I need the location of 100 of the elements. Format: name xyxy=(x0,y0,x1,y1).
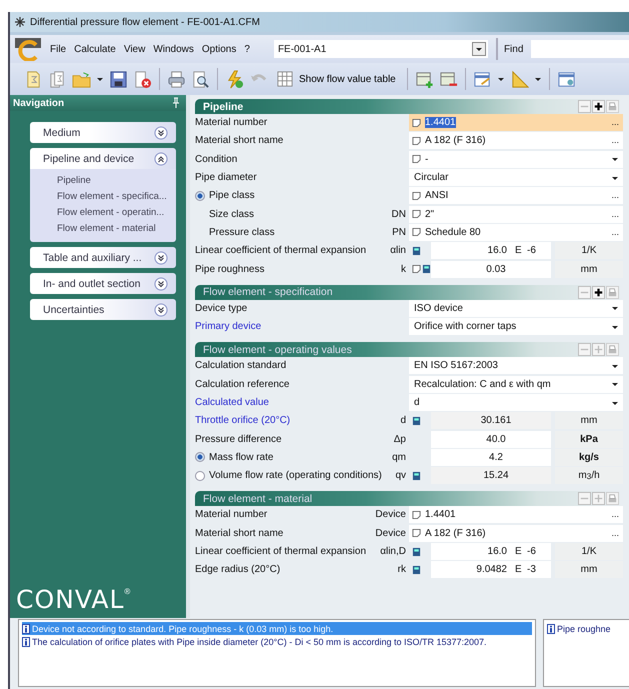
field-label: Pipe class xyxy=(209,190,255,202)
browse-button[interactable]: ... xyxy=(611,191,619,200)
dropdown-field[interactable]: ISO device xyxy=(409,300,623,317)
chart-edit-icon[interactable] xyxy=(472,70,492,88)
navigation-item[interactable]: Pipeline xyxy=(57,175,176,186)
navigation-group[interactable]: Uncertainties xyxy=(30,299,176,320)
unit-label[interactable]: kPa xyxy=(555,430,623,448)
number-field[interactable]: 16.0 E -6 xyxy=(431,242,551,260)
dropdown-field[interactable]: Orifice with corner taps xyxy=(409,318,623,336)
menu-item[interactable]: View xyxy=(124,44,146,54)
message-item[interactable]: Pipe roughne xyxy=(547,622,627,635)
unit-label[interactable]: mm xyxy=(555,561,623,578)
navigation-item[interactable]: Flow element - operatin... xyxy=(57,207,176,218)
dropdown-field[interactable]: Circular xyxy=(409,169,623,186)
menu-item[interactable]: File xyxy=(50,44,66,54)
navigation-group[interactable]: Medium xyxy=(30,122,176,143)
plus-icon[interactable] xyxy=(592,100,605,113)
field-label: Material short name xyxy=(195,528,284,539)
printer-icon[interactable] xyxy=(167,70,186,88)
document-combo[interactable]: FE-001-A1 xyxy=(274,40,488,58)
app-logo-icon[interactable] xyxy=(14,37,42,61)
message-item[interactable]: The calculation of orifice plates with Pipe inside diameter (20°C) - Di < 50 mm is according to ISO/TR 15377:2007. xyxy=(22,635,532,648)
navigation-item[interactable]: Flow element - specifica... xyxy=(57,191,176,202)
radio-button[interactable] xyxy=(195,190,205,201)
unit-label[interactable]: mm xyxy=(555,260,623,278)
field-label: Linear coefficient of thermal expansion xyxy=(195,245,366,256)
field-label: Pressure class xyxy=(209,226,275,238)
dropdown-icon[interactable] xyxy=(611,304,619,312)
app-icon xyxy=(14,16,26,28)
symbol-label: qm xyxy=(392,452,406,463)
navigation-group[interactable]: In- and outlet section xyxy=(30,273,176,294)
caret-icon[interactable] xyxy=(96,75,104,83)
expand-icon[interactable] xyxy=(154,126,168,140)
dropdown-field[interactable]: - xyxy=(409,150,623,168)
info-icon xyxy=(22,636,30,646)
dropdown-field[interactable]: d xyxy=(409,394,623,411)
window-icon[interactable] xyxy=(556,70,576,88)
close-document-icon[interactable] xyxy=(133,70,152,88)
expand-icon[interactable] xyxy=(154,276,168,290)
browse-button[interactable]: ... xyxy=(611,228,619,237)
menu-item[interactable]: ? xyxy=(244,44,250,54)
dropdown-icon[interactable] xyxy=(611,380,619,388)
unit-label[interactable]: kg/s xyxy=(555,448,623,466)
number-field[interactable]: 0.03 xyxy=(431,260,551,278)
input-field[interactable]: ANSI ... xyxy=(409,187,623,204)
symbol-label: αlin,D xyxy=(380,546,406,558)
input-field[interactable]: 2" ... xyxy=(409,206,623,223)
browse-button[interactable]: ... xyxy=(611,510,619,520)
expand-icon[interactable] xyxy=(154,302,168,316)
browse-button[interactable]: ... xyxy=(611,118,619,128)
find-label: Find xyxy=(504,44,524,54)
browse-button[interactable]: ... xyxy=(611,136,619,146)
caret-icon[interactable] xyxy=(534,75,542,83)
field-label: Pressure difference xyxy=(195,434,282,445)
number-field[interactable]: 40.0 xyxy=(431,430,551,448)
navigation-item[interactable]: Flow element - material xyxy=(57,223,176,234)
dropdown-icon[interactable] xyxy=(611,155,619,164)
expand-icon[interactable] xyxy=(154,250,168,264)
browse-button[interactable]: ... xyxy=(611,528,619,538)
radio-button[interactable] xyxy=(195,452,205,462)
number-field[interactable]: 4.2 xyxy=(431,448,551,466)
symbol-label: rk xyxy=(398,564,406,576)
pin-icon[interactable] xyxy=(172,97,180,109)
find-field[interactable] xyxy=(531,40,629,58)
dropdown-icon[interactable] xyxy=(472,42,486,56)
field-label: Size class xyxy=(209,208,254,220)
number-field[interactable]: 16.0 E -6 xyxy=(431,543,551,560)
save-icon[interactable] xyxy=(109,70,128,88)
field-label: Material number xyxy=(195,117,268,128)
menu-item[interactable]: Options xyxy=(202,44,236,54)
caret-icon[interactable] xyxy=(496,75,505,83)
plus-icon[interactable] xyxy=(592,286,605,299)
dropdown-field[interactable]: Recalculation: C and ε with qm xyxy=(409,376,623,393)
field-label: Linear coefficient of thermal expansion xyxy=(195,546,366,558)
remove-table-icon[interactable] xyxy=(438,70,458,88)
number-field[interactable]: 15.24 xyxy=(431,467,551,484)
add-table-icon[interactable] xyxy=(414,70,434,88)
input-field[interactable]: 1.4401 ... xyxy=(409,506,623,524)
browse-button[interactable]: ... xyxy=(611,210,619,219)
input-field[interactable]: A 182 (F 316) ... xyxy=(409,132,623,150)
navigation-title: Navigation xyxy=(13,98,64,108)
menu-item[interactable]: Windows xyxy=(153,44,194,54)
dropdown-field[interactable]: EN ISO 5167:2003 xyxy=(409,357,623,374)
input-field[interactable]: Schedule 80 ... xyxy=(409,224,623,241)
number-field[interactable]: 9.0482 E -3 xyxy=(431,561,551,578)
table-icon xyxy=(277,71,293,87)
number-field[interactable]: 30.161 xyxy=(431,412,551,430)
input-field[interactable]: 1.4401 ... xyxy=(409,114,623,132)
input-field[interactable]: A 182 (F 316) ... xyxy=(409,524,623,542)
collapse-icon[interactable] xyxy=(154,152,168,166)
navigation-group[interactable]: Table and auxiliary ... xyxy=(30,247,176,268)
unit-label[interactable]: mm xyxy=(555,412,623,430)
unit-label[interactable]: 1/K xyxy=(555,543,623,560)
field-label: Throttle orifice (20°C) xyxy=(195,415,290,426)
navigation-group[interactable]: Pipeline and device xyxy=(30,148,176,169)
print-preview-icon[interactable] xyxy=(191,70,210,88)
radio-button[interactable] xyxy=(195,470,205,481)
show-flow-value-table-button[interactable]: Show flow value table xyxy=(273,69,400,89)
menu-item[interactable]: Calculate xyxy=(74,44,116,54)
unit-label[interactable]: 1/K xyxy=(555,242,623,260)
